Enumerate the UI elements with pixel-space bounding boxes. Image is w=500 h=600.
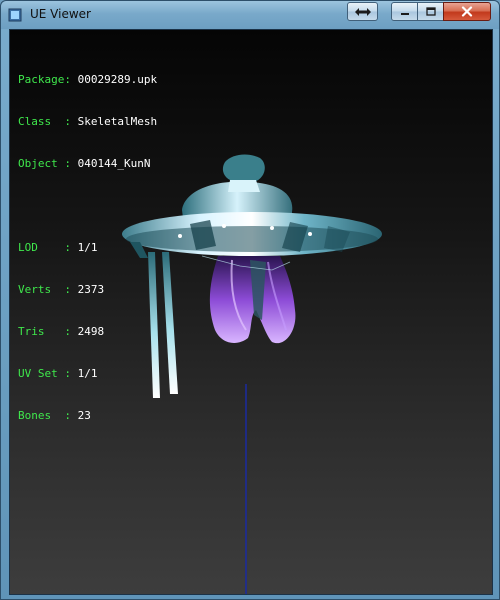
bones-value: 23: [77, 409, 91, 422]
3d-viewport[interactable]: Package: 00029289.upk Class : SkeletalMe…: [9, 29, 493, 595]
lod-label: LOD :: [18, 241, 78, 254]
uvset-label: UV Set :: [18, 367, 78, 380]
maximize-button[interactable]: [417, 2, 444, 21]
close-button[interactable]: [443, 2, 491, 21]
mesh-info-panel: Package: 00029289.upk Class : SkeletalMe…: [18, 45, 157, 451]
minimize-icon: [400, 12, 409, 15]
object-label: Object :: [18, 157, 78, 170]
tris-label: Tris :: [18, 325, 78, 338]
package-label: Package:: [18, 73, 78, 86]
class-label: Class :: [18, 115, 78, 128]
maximize-icon: [425, 7, 436, 16]
package-value: 00029289.upk: [77, 73, 158, 86]
restore-size-button[interactable]: [347, 2, 378, 21]
app-icon: [8, 8, 22, 22]
verts-value: 2373: [77, 283, 105, 296]
class-value: SkeletalMesh: [77, 115, 158, 128]
minimize-button[interactable]: [391, 2, 418, 21]
lod-value: 1/1: [77, 241, 98, 254]
close-icon: [461, 6, 473, 17]
bones-label: Bones :: [18, 409, 78, 422]
double-arrow-icon: [354, 7, 371, 16]
verts-label: Verts :: [18, 283, 78, 296]
title-bar[interactable]: UE Viewer: [1, 1, 499, 29]
object-value: 040144_KunN: [77, 157, 151, 170]
window-title: UE Viewer: [30, 7, 91, 21]
tris-value: 2498: [77, 325, 105, 338]
uvset-value: 1/1: [77, 367, 98, 380]
app-window: UE Viewer Package: 00029289.upk Class: …: [0, 0, 500, 600]
ribbon-right: [162, 252, 178, 394]
